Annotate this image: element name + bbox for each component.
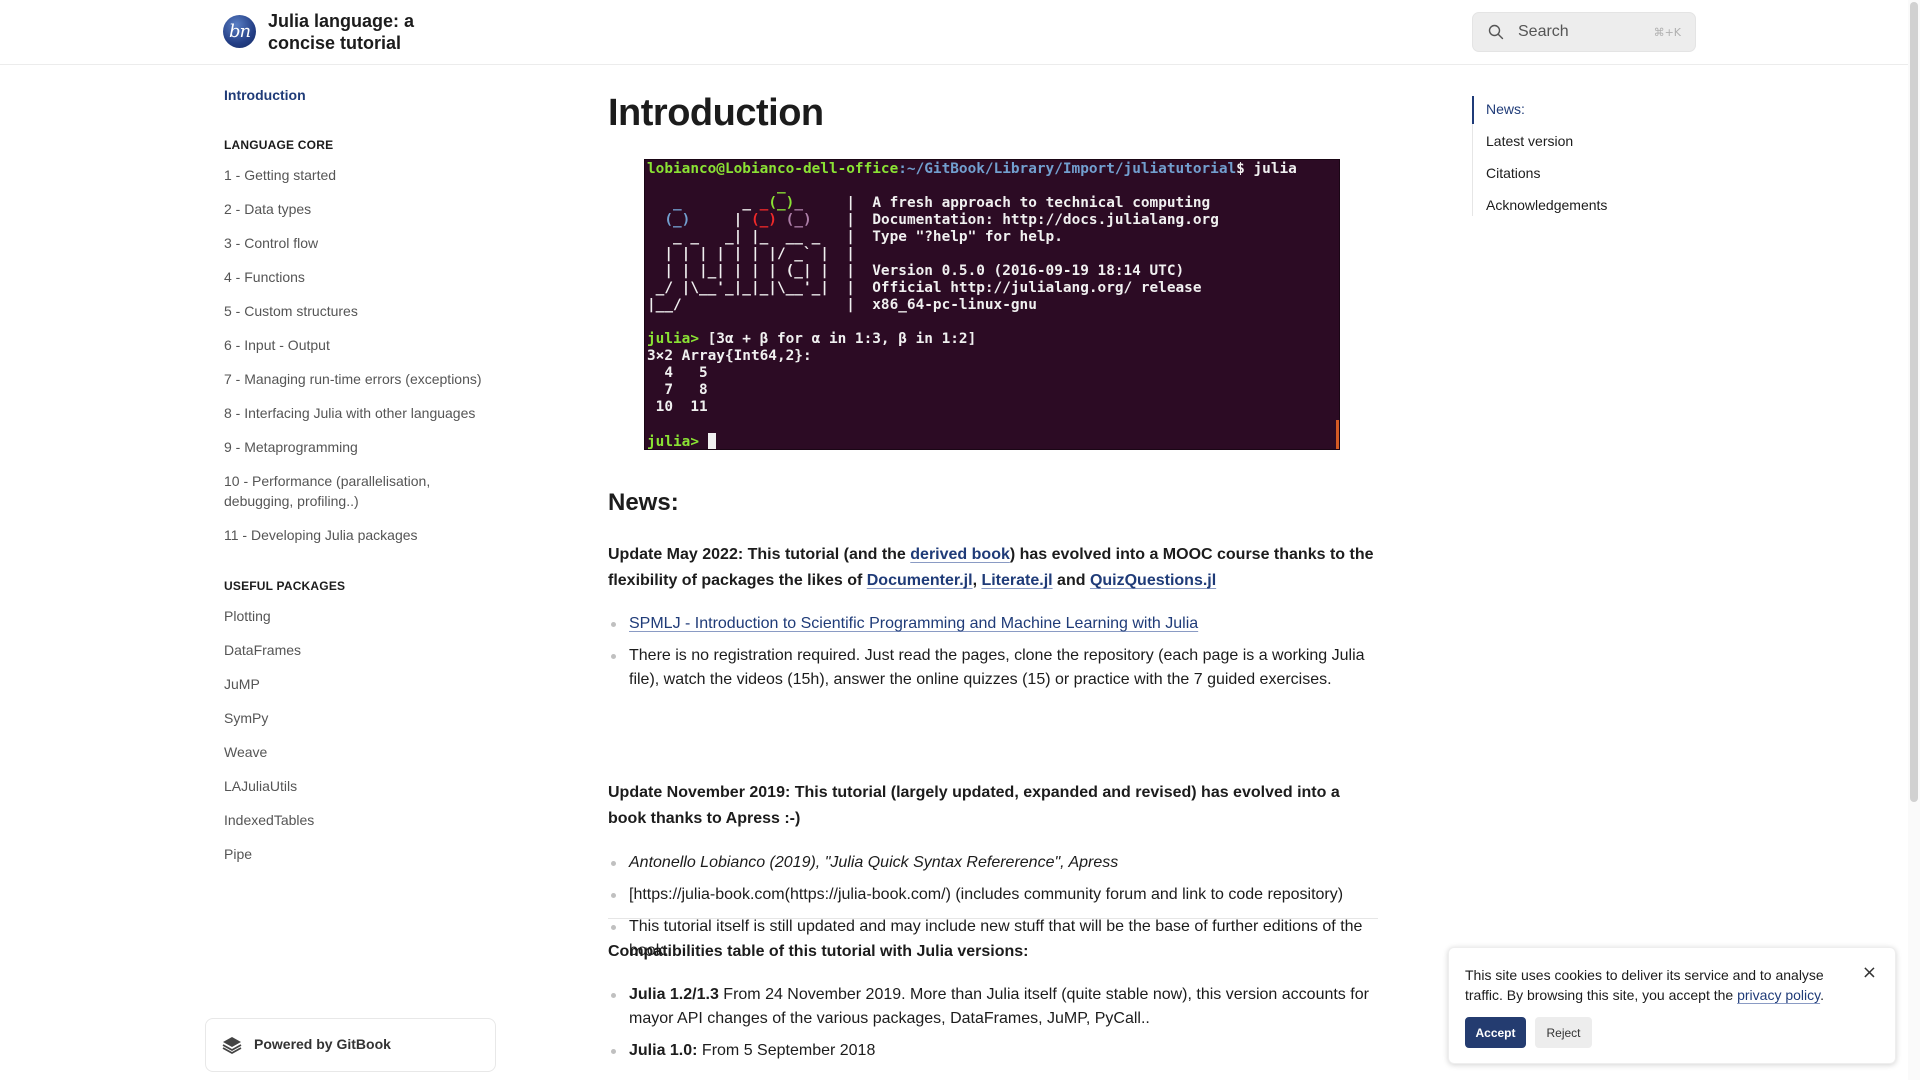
sidebar-item-dataframes[interactable]: DataFrames [224, 640, 494, 660]
toc-item-latest-version[interactable]: Latest version [1486, 133, 1573, 149]
accept-cookies-button[interactable]: Accept [1465, 1017, 1526, 1048]
sidebar-item-errors[interactable]: 7 - Managing run-time errors (exceptions… [224, 369, 494, 389]
terminal-cursor [707, 433, 716, 449]
terminal-banner-line: Type "?help" for help. [872, 229, 1063, 245]
list-item: SPMLJ - Introduction to Scientific Progr… [608, 612, 1378, 636]
terminal-prompt-path: :~/GitBook/Library/Import/juliatutorial [898, 161, 1237, 177]
sidebar-item-control-flow[interactable]: 3 - Control flow [224, 233, 494, 253]
sidebar-item-weave[interactable]: Weave [224, 742, 494, 762]
sidebar-item-input-output[interactable]: 6 - Input - Output [224, 335, 494, 355]
sidebar-item-performance[interactable]: 10 - Performance (parallelisation, debug… [224, 471, 449, 511]
privacy-policy-link[interactable]: privacy policy [1737, 987, 1820, 1003]
julia-terminal-screenshot: lobianco@Lobianco-dell-office:~/GitBook/… [644, 159, 1340, 450]
compat-version: Julia 1.0: [629, 1042, 698, 1059]
sidebar-item-jump[interactable]: JuMP [224, 674, 494, 694]
site-title[interactable]: Julia language: a concise tutorial [268, 10, 438, 54]
terminal-input: [3α + β for α in 1:3, β in 1:2] [698, 331, 977, 347]
toc-item-citations[interactable]: Citations [1486, 165, 1540, 181]
compat-heading: Compatibilities table of this tutorial w… [608, 943, 1029, 960]
terminal-output-line: 10 11 [647, 399, 708, 415]
update-2022-prefix: Update May 2022: This tutorial (and the [608, 546, 911, 563]
search-shortcut: ⌘+K [1653, 26, 1681, 39]
sidebar-item-functions[interactable]: 4 - Functions [224, 267, 494, 287]
sidebar-item-sympy[interactable]: SymPy [224, 708, 494, 728]
divider [608, 918, 1378, 919]
news-heading: News: [608, 489, 679, 516]
sidebar-section-useful-packages: USEFUL PACKAGES [224, 579, 346, 593]
reject-cookies-button[interactable]: Reject [1535, 1017, 1592, 1048]
compat-text: From 5 September 2018 [697, 1042, 876, 1059]
cookie-banner: This site uses cookies to deliver its se… [1448, 947, 1896, 1064]
sidebar-item-metaprogramming[interactable]: 9 - Metaprogramming [224, 437, 494, 457]
terminal-edge [1336, 420, 1339, 449]
powered-by-gitbook-link[interactable]: Powered by GitBook [205, 1018, 496, 1072]
literate-link[interactable]: Literate.jl [981, 572, 1052, 589]
news-2022-list: SPMLJ - Introduction to Scientific Progr… [608, 612, 1378, 700]
list-item: There is no registration required. Just … [608, 644, 1378, 692]
terminal-output-line: 3×2 Array{Int64,2}: [647, 348, 812, 364]
list-item: [https://julia-book.com(https://julia-bo… [608, 883, 1378, 907]
terminal-prompt-user: lobianco@Lobianco-dell-office [647, 161, 899, 177]
gitbook-icon [222, 1037, 242, 1054]
toc-active-indicator [1472, 96, 1474, 124]
toc-item-news[interactable]: News: [1486, 101, 1525, 117]
update-2022-paragraph: Update May 2022: This tutorial (and the … [608, 542, 1378, 594]
list-item: Julia 1.0: From 5 September 2018 [608, 1039, 1378, 1063]
spmlj-course-link[interactable]: SPMLJ - Introduction to Scientific Progr… [629, 615, 1198, 632]
terminal-banner-line: A fresh approach to technical computing [872, 195, 1211, 211]
list-item: Antonello Lobianco (2019), "Julia Quick … [608, 851, 1378, 875]
compat-version: Julia 1.2/1.3 [629, 986, 719, 1003]
terminal-banner-line: Version 0.5.0 (2016-09-19 18:14 UTC) [872, 263, 1185, 279]
terminal-banner-line: x86_64-pc-linux-gnu [872, 297, 1037, 313]
terminal-output-line: 7 8 [647, 382, 708, 398]
sidebar-item-plotting[interactable]: Plotting [224, 606, 494, 626]
terminal-prompt-cmd: $ julia [1236, 161, 1297, 177]
header: bn Julia language: a concise tutorial Se… [0, 0, 1908, 65]
scrollbar-thumb[interactable] [1910, 2, 1918, 802]
update-2022-and: and [1052, 572, 1090, 589]
sidebar-item-developing-packages[interactable]: 11 - Developing Julia packages [224, 525, 494, 545]
cookie-text-end: . [1820, 987, 1824, 1003]
quizquestions-link[interactable]: QuizQuestions.jl [1090, 572, 1216, 589]
search-input[interactable]: Search ⌘+K [1472, 12, 1696, 52]
derived-book-link[interactable]: derived book [910, 546, 1010, 563]
sidebar-item-introduction[interactable]: Introduction [224, 87, 306, 103]
terminal-output-line: 4 5 [647, 365, 708, 381]
sidebar-section-language-core: LANGUAGE CORE [224, 138, 334, 152]
sidebar-item-indexedtables[interactable]: IndexedTables [224, 810, 494, 830]
sidebar-item-lajuliautils[interactable]: LAJuliaUtils [224, 776, 494, 796]
table-of-contents: News: Latest version Citations Acknowled… [1472, 96, 1672, 216]
terminal-repl-prompt: julia> [647, 331, 699, 347]
list-item: Julia 1.2/1.3 From 24 November 2019. Mor… [608, 983, 1378, 1031]
sidebar-item-custom-structures[interactable]: 5 - Custom structures [224, 301, 494, 321]
search-placeholder: Search [1518, 23, 1569, 40]
site-logo[interactable]: bn [223, 15, 256, 48]
powered-by-label: Powered by GitBook [254, 1036, 391, 1052]
page-scrollbar[interactable] [1908, 0, 1920, 1080]
terminal-banner-line: Documentation: http://docs.julialang.org [872, 212, 1219, 228]
cookie-message: This site uses cookies to deliver its se… [1465, 965, 1845, 1005]
page-title: Introduction [608, 92, 824, 134]
terminal-repl-prompt: julia> [647, 434, 699, 450]
sidebar-item-pipe[interactable]: Pipe [224, 844, 494, 864]
sidebar-item-interfacing[interactable]: 8 - Interfacing Julia with other languag… [224, 403, 494, 423]
close-icon[interactable]: × [1862, 962, 1877, 983]
compat-text: From 24 November 2019. More than Julia i… [629, 986, 1369, 1027]
sidebar-item-getting-started[interactable]: 1 - Getting started [224, 165, 494, 185]
sidebar-item-data-types[interactable]: 2 - Data types [224, 199, 494, 219]
compat-list: Julia 1.2/1.3 From 24 November 2019. Mor… [608, 983, 1378, 1071]
terminal-banner-line: Official http://julialang.org/ release [872, 280, 1202, 296]
search-icon [1488, 24, 1504, 40]
toc-item-acknowledgements[interactable]: Acknowledgements [1486, 197, 1607, 213]
documenter-link[interactable]: Documenter.jl [867, 572, 973, 589]
update-2019-paragraph: Update November 2019: This tutorial (lar… [608, 784, 1340, 827]
